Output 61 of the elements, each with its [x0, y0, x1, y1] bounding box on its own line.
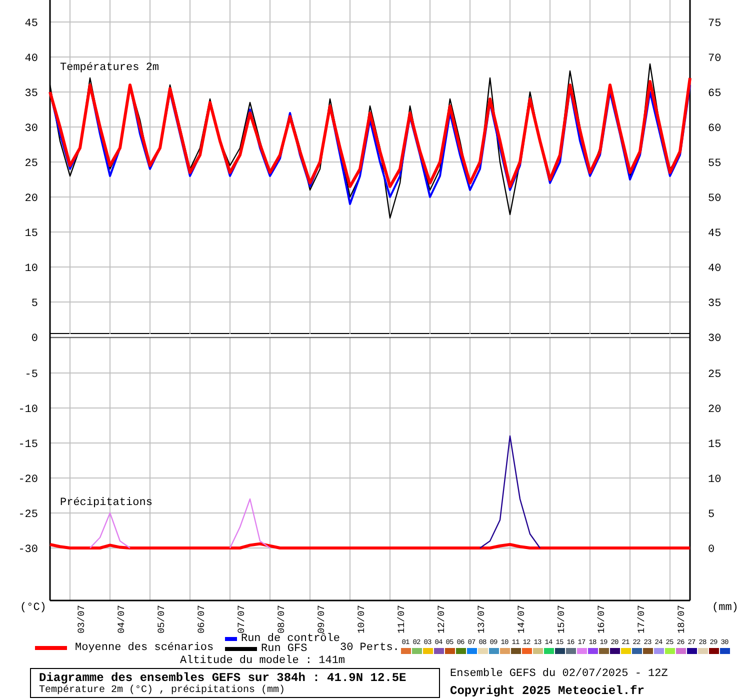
axis-unit: (°C): [20, 602, 46, 614]
date-label: 17/07: [636, 605, 647, 634]
date-label: 18/07: [676, 605, 687, 634]
altitude-text: Altitude du modele : 141m: [180, 655, 346, 667]
axis-label: -20: [18, 474, 38, 486]
axis-label: 5: [31, 298, 38, 310]
axis-label: -10: [18, 404, 38, 416]
axis-label: 5: [708, 509, 715, 521]
date-label: 03/07: [76, 605, 87, 634]
date-label: 13/07: [476, 605, 487, 634]
copyright-text: Copyright 2025 Meteociel.fr: [450, 684, 646, 698]
date-label: 16/07: [596, 605, 607, 634]
axis-label: 0: [31, 333, 38, 345]
chart-title: Températures 2m: [60, 62, 160, 74]
date-label: 10/07: [356, 605, 367, 634]
axis-label: 25: [708, 369, 722, 381]
date-label: 05/07: [156, 605, 167, 634]
date-label: 08/07: [276, 605, 287, 634]
axis-label: 30: [708, 333, 722, 345]
date-label: 07/07: [236, 605, 247, 634]
perturbations-label: 30 Perts.: [340, 642, 400, 654]
axis-label: 20: [24, 193, 38, 205]
date-label: 06/07: [196, 605, 207, 634]
date-label: 14/07: [516, 605, 527, 634]
axis-label: 45: [708, 228, 722, 240]
axis-label: 10: [24, 263, 38, 275]
legend-label: Moyenne des scénarios: [75, 642, 214, 654]
date-label: 15/07: [556, 605, 567, 634]
axis-label: 20: [708, 404, 722, 416]
axis-label: 15: [24, 228, 38, 240]
date-label: 12/07: [436, 605, 447, 634]
axis-label: -15: [18, 439, 38, 451]
legend-label: Run GFS: [261, 644, 308, 654]
axis-label: 50: [708, 193, 722, 205]
date-label: 04/07: [116, 605, 127, 634]
axis-unit: (mm): [712, 602, 738, 614]
legend-label: Run de contrôle: [240, 634, 340, 644]
axis-label: 30: [24, 123, 38, 135]
axis-label: 35: [708, 298, 722, 310]
caption-subtitle: Température 2m (°C) , précipitations (mm): [39, 684, 286, 696]
axis-label: 60: [708, 123, 722, 135]
axis-label: 0: [708, 544, 715, 556]
axis-label: 35: [24, 88, 38, 100]
axis-label: 70: [708, 53, 722, 65]
axis-label: 40: [708, 263, 722, 275]
chart-title: Précipitations: [60, 497, 152, 509]
axis-label: 55: [708, 158, 722, 170]
axis-label: 15: [708, 439, 722, 451]
axis-label: 25: [24, 158, 38, 170]
axis-label: -5: [24, 369, 38, 381]
axis-label: -25: [18, 509, 38, 521]
caption-title: Diagramme des ensembles GEFS sur 384h : 41.9N 12.5E: [39, 670, 408, 684]
axis-label: 40: [24, 53, 38, 65]
date-label: 09/07: [316, 605, 327, 634]
axis-label: -30: [18, 544, 38, 556]
axis-label: 75: [708, 18, 722, 30]
date-label: 11/07: [396, 605, 407, 634]
axis-label: 10: [708, 474, 722, 486]
axis-label: 65: [708, 88, 722, 100]
axis-label: 45: [24, 18, 38, 30]
run-info: Ensemble GEFS du 02/07/2025 - 12Z: [450, 668, 668, 680]
